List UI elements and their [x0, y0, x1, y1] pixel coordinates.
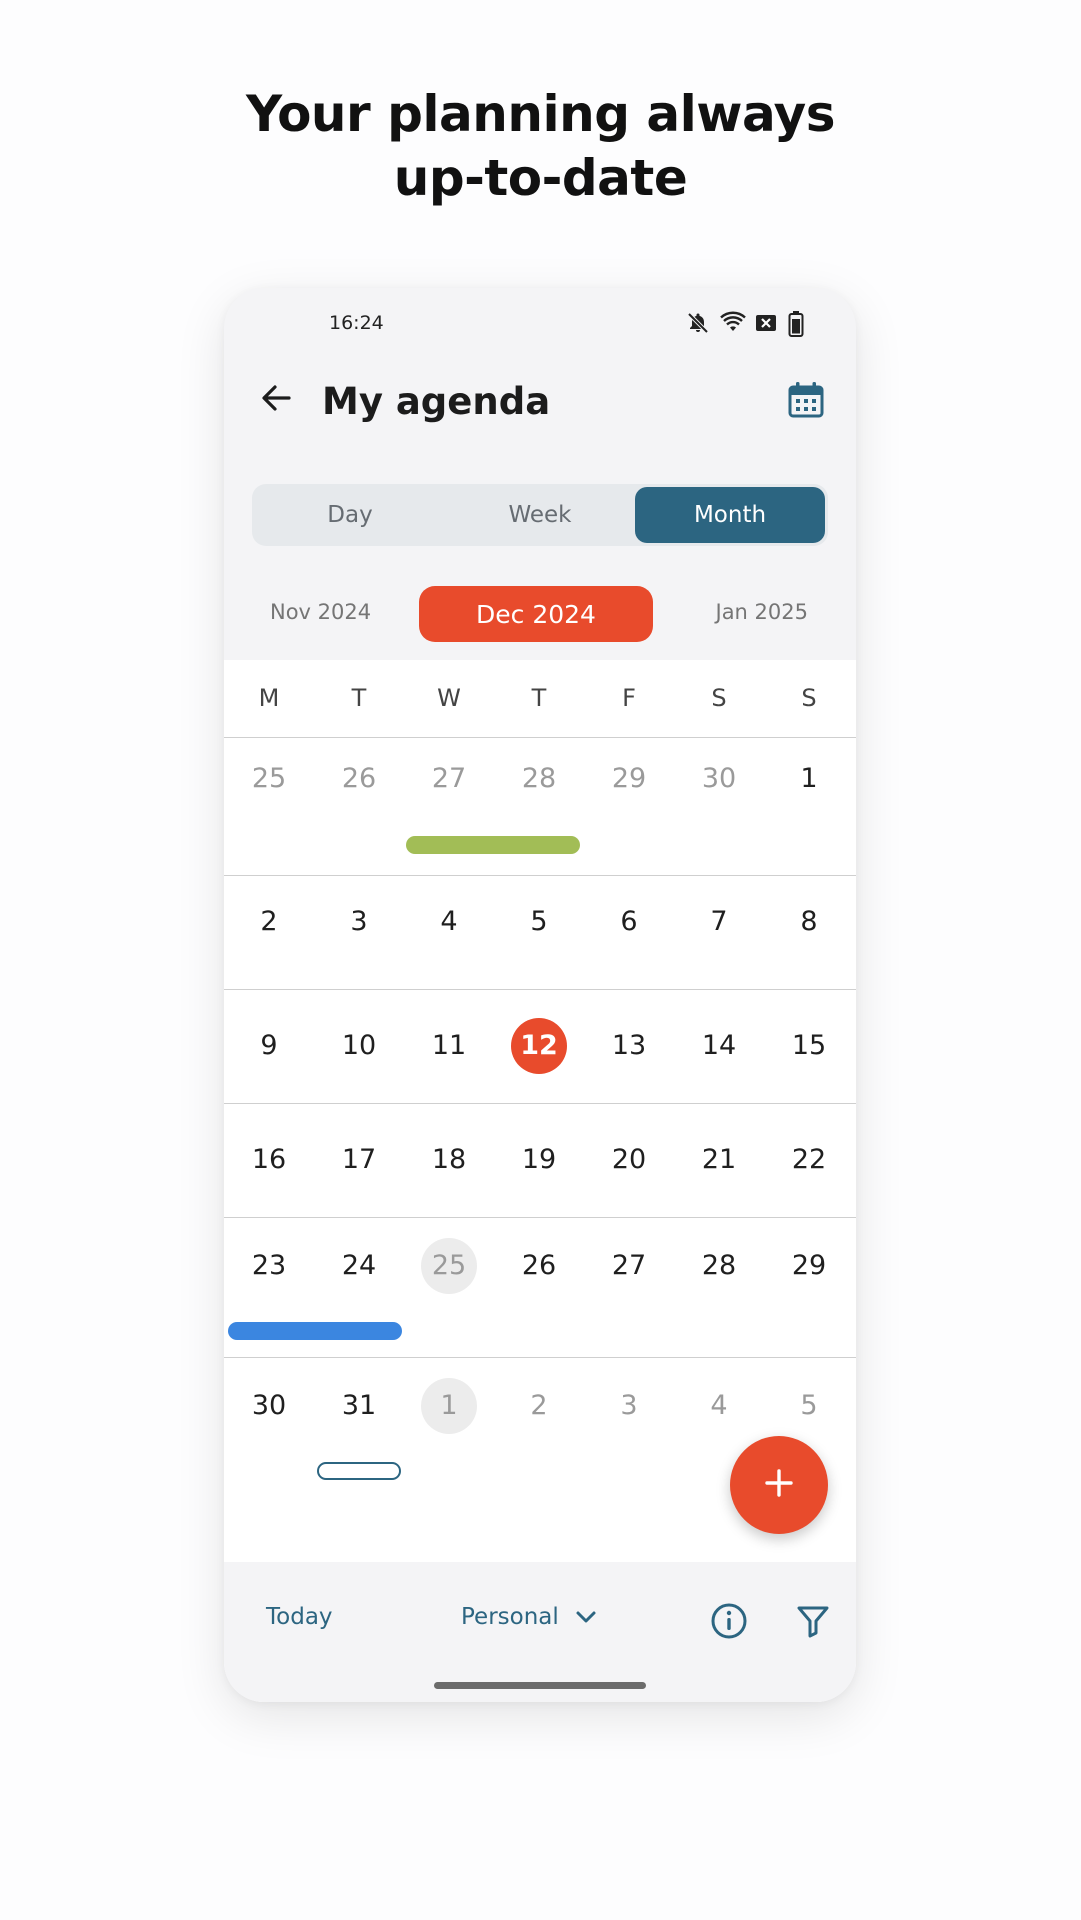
tab-month[interactable]: Month	[635, 487, 825, 543]
headline-line-1: Your planning always	[245, 85, 836, 143]
event-bar[interactable]	[406, 836, 580, 854]
day-cell[interactable]: 31	[314, 1390, 404, 1421]
day-cell[interactable]: 4	[674, 1390, 764, 1421]
weekday-label: T	[531, 684, 547, 712]
day-cell[interactable]: 4	[404, 906, 494, 937]
day-cell[interactable]: 8	[764, 906, 854, 937]
day-cell[interactable]: 6	[584, 906, 674, 937]
day-cell[interactable]: 24	[314, 1250, 404, 1281]
day-cell[interactable]: 30	[224, 1390, 314, 1421]
day-cell[interactable]: 13	[584, 1030, 674, 1061]
bell-off-icon	[686, 311, 710, 335]
event-bar-outline[interactable]	[317, 1462, 401, 1480]
day-cell[interactable]: 7	[674, 906, 764, 937]
day-cell[interactable]: 21	[674, 1144, 764, 1175]
tab-week[interactable]: Week	[445, 487, 635, 543]
weekday-label: S	[711, 684, 727, 712]
day-cell[interactable]: 18	[404, 1144, 494, 1175]
no-sim-icon	[754, 311, 778, 335]
day-cell[interactable]: 29	[764, 1250, 854, 1281]
week-row: 23 24 25 26 27 28 29	[224, 1218, 856, 1358]
next-month-button[interactable]: Jan 2025	[716, 600, 809, 624]
weekday-header: M T W T F S S	[224, 660, 856, 738]
day-cell[interactable]: 9	[224, 1030, 314, 1061]
info-icon	[710, 1603, 748, 1644]
back-button[interactable]	[254, 378, 298, 422]
day-cell[interactable]: 3	[314, 906, 404, 937]
chevron-down-icon	[575, 1604, 597, 1630]
day-cell[interactable]: 16	[224, 1144, 314, 1175]
weekday-label: S	[801, 684, 817, 712]
day-cell-today[interactable]: 12	[494, 1030, 584, 1061]
weekday-label: M	[258, 684, 280, 712]
status-time: 16:24	[329, 312, 384, 334]
plus-icon	[764, 1468, 794, 1502]
day-cell[interactable]: 11	[404, 1030, 494, 1061]
day-cell[interactable]: 3	[584, 1390, 674, 1421]
day-cell[interactable]: 28	[674, 1250, 764, 1281]
day-cell[interactable]: 14	[674, 1030, 764, 1061]
day-cell[interactable]: 25	[224, 763, 314, 794]
info-button[interactable]	[710, 1602, 748, 1640]
day-cell[interactable]: 26	[314, 763, 404, 794]
week-row: 9 10 11 12 13 14 15	[224, 990, 856, 1104]
day-cell[interactable]: 30	[674, 763, 764, 794]
day-cell[interactable]: 1	[764, 763, 854, 794]
day-cell[interactable]: 27	[404, 763, 494, 794]
phone-screen: 16:24 My agenda Day Week Month Nov 2024 …	[224, 288, 856, 1702]
today-button[interactable]: Today	[266, 1604, 333, 1630]
filter-button[interactable]	[795, 1603, 831, 1639]
day-cell[interactable]: 26	[494, 1250, 584, 1281]
day-cell[interactable]: 10	[314, 1030, 404, 1061]
status-bar: 16:24	[224, 288, 856, 360]
day-cell[interactable]: 20	[584, 1144, 674, 1175]
weekday-label: F	[622, 684, 636, 712]
week-row: 16 17 18 19 20 21 22	[224, 1104, 856, 1218]
filter-icon	[795, 1606, 831, 1643]
day-cell[interactable]: 23	[224, 1250, 314, 1281]
day-cell[interactable]: 22	[764, 1144, 854, 1175]
status-icons	[686, 311, 812, 337]
home-indicator[interactable]	[434, 1682, 646, 1689]
month-calendar-grid: M T W T F S S 25 26 27 28 29 30 1 2 3 4 …	[224, 660, 856, 1702]
calendar-selector[interactable]: Personal	[461, 1604, 597, 1630]
day-cell-holiday[interactable]: 1	[404, 1390, 494, 1421]
previous-month-button[interactable]: Nov 2024	[270, 600, 371, 624]
day-cell[interactable]: 19	[494, 1144, 584, 1175]
calendar-selector-label: Personal	[461, 1604, 559, 1630]
week-row: 2 3 4 5 6 7 8	[224, 876, 856, 990]
bottom-toolbar: Today Personal	[224, 1562, 856, 1702]
calendar-icon	[786, 382, 826, 424]
calendar-button[interactable]	[786, 380, 826, 420]
day-cell[interactable]: 27	[584, 1250, 674, 1281]
current-month-label[interactable]: Dec 2024	[419, 586, 653, 642]
day-cell[interactable]: 5	[764, 1390, 854, 1421]
wifi-icon	[720, 311, 746, 335]
weekday-label: T	[351, 684, 367, 712]
headline-line-2: up-to-date	[393, 149, 688, 207]
page-title: My agenda	[322, 380, 551, 423]
week-row: 25 26 27 28 29 30 1	[224, 738, 856, 876]
month-navigation: Nov 2024 Dec 2024 Jan 2025	[224, 586, 856, 644]
day-cell[interactable]: 29	[584, 763, 674, 794]
day-cell[interactable]: 5	[494, 906, 584, 937]
day-cell[interactable]: 28	[494, 763, 584, 794]
day-cell-holiday[interactable]: 25	[404, 1250, 494, 1281]
event-bar[interactable]	[228, 1322, 402, 1340]
tab-day[interactable]: Day	[255, 487, 445, 543]
battery-icon	[788, 311, 812, 337]
view-switch: Day Week Month	[252, 484, 828, 546]
day-cell[interactable]: 17	[314, 1144, 404, 1175]
add-event-button[interactable]	[730, 1436, 828, 1534]
weekday-label: W	[437, 684, 461, 712]
day-cell[interactable]: 2	[494, 1390, 584, 1421]
day-cell[interactable]: 2	[224, 906, 314, 937]
day-cell[interactable]: 15	[764, 1030, 854, 1061]
arrow-left-icon	[259, 381, 293, 419]
headline: Your planning always up-to-date	[0, 82, 1081, 210]
